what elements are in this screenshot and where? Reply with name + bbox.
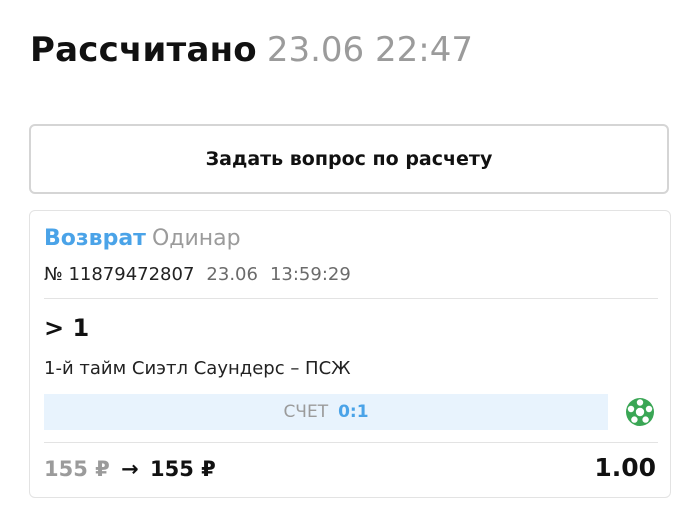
score-bar: СЧЕТ 0:1 [44, 394, 608, 430]
bet-kind: Одинар [151, 226, 241, 251]
bet-number: № 11879472807 [44, 264, 195, 285]
bet-details-page: Рассчитано 23.06 22:47 Задать вопрос по р… [0, 0, 700, 526]
ask-question-button[interactable]: Задать вопрос по расчету [29, 124, 669, 194]
bet-odds: 1.00 [594, 453, 656, 482]
event-name: 1-й тайм Сиэтл Саундерс – ПСЖ [44, 358, 351, 379]
bet-meta-row: № 11879472807 23.06 13:59:29 [44, 263, 351, 287]
page-title: Рассчитано [30, 30, 257, 70]
payout-amount: 155 ₽ [150, 457, 216, 481]
bet-card: Возврат Одинар № 11879472807 23.06 13:59:29… [29, 210, 671, 498]
bet-type-row: Возврат Одинар [44, 225, 241, 253]
bet-status: Возврат [44, 226, 146, 251]
divider [44, 442, 658, 443]
bet-date: 23.06 [206, 264, 258, 285]
bet-time: 13:59:29 [269, 264, 351, 285]
ask-question-label: Задать вопрос по расчету [205, 148, 493, 170]
page-header: Рассчитано 23.06 22:47 [30, 28, 473, 72]
divider [44, 298, 658, 299]
arrow-right-icon: → [121, 457, 139, 481]
amounts-row: 155 ₽ → 155 ₽ [44, 455, 216, 483]
stake-amount: 155 ₽ [44, 457, 110, 481]
bet-outcome: > 1 [44, 314, 90, 342]
score-label: СЧЕТ [283, 402, 329, 422]
score-value: 0:1 [338, 402, 369, 422]
settled-datetime: 23.06 22:47 [266, 30, 473, 70]
soccer-ball-icon [626, 398, 654, 426]
